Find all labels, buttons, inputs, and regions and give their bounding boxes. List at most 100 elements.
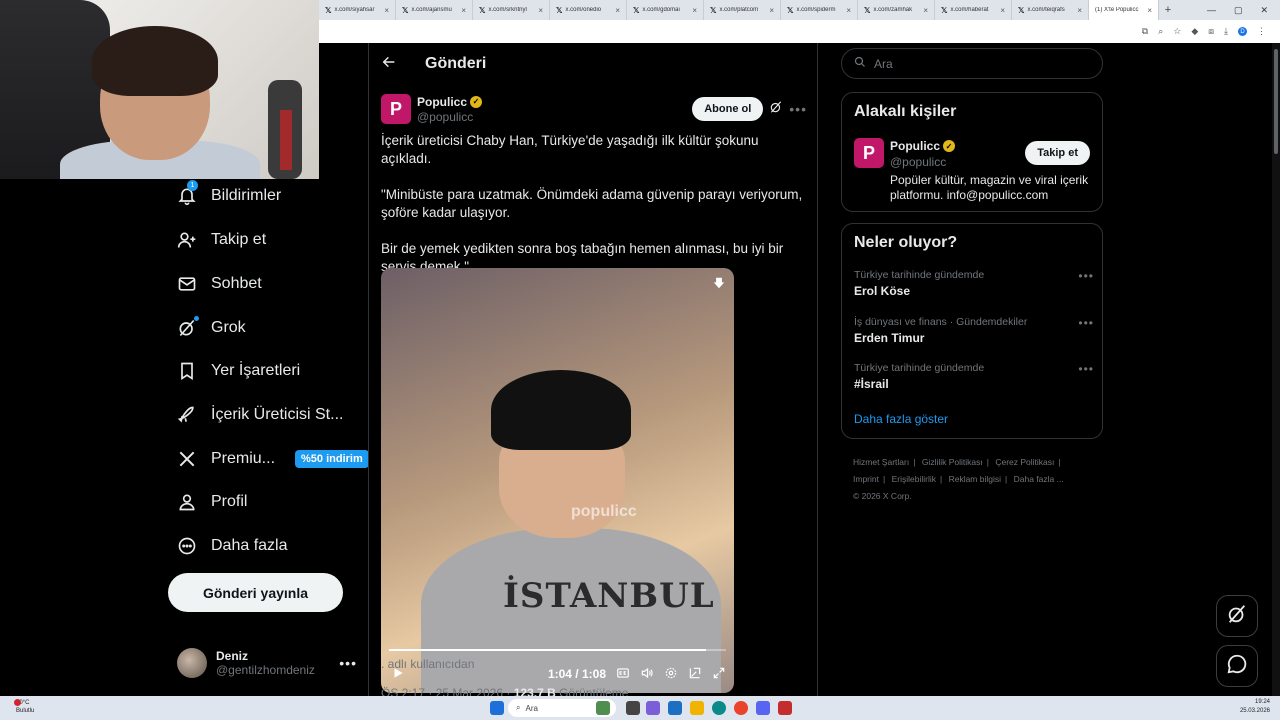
more-dots-icon[interactable]: ••• (1078, 316, 1094, 330)
footer-link[interactable]: Erişilebilirlik (892, 474, 936, 484)
grok-icon[interactable] (769, 100, 783, 119)
download-icon[interactable] (712, 276, 726, 290)
nav-notifications[interactable]: 1 Bildirimler (177, 174, 281, 218)
captions-icon[interactable] (616, 666, 630, 683)
footer-link[interactable]: Imprint (853, 474, 879, 484)
footer-link[interactable]: Daha fazla ... (1014, 474, 1064, 484)
widget-icon[interactable] (596, 701, 610, 715)
edge-browser-icon[interactable] (712, 701, 726, 715)
volume-icon[interactable] (640, 666, 654, 683)
related-handle[interactable]: @populicc (890, 155, 946, 169)
close-icon[interactable]: × (461, 6, 466, 15)
account-switcher[interactable]: Deniz @gentilzhomdeniz ••• (177, 645, 357, 681)
author-name[interactable]: Populicc ✓ (417, 95, 483, 109)
trend-item[interactable]: Türkiye tarihinde gündemde #İsrail ••• (854, 362, 1094, 391)
nav-bookmarks[interactable]: Yer İşaretleri (177, 349, 300, 393)
zoom-icon[interactable]: ⌕ (1158, 26, 1163, 37)
browser-tab[interactable]: 𝕏x.com/gdomai × (627, 0, 704, 20)
video-progress-bar[interactable] (389, 649, 726, 651)
profile-avatar[interactable]: D (1238, 27, 1247, 36)
app-icon[interactable] (778, 701, 792, 715)
subscribe-button[interactable]: Abone ol (692, 97, 764, 121)
x-logo-icon: 𝕏 (479, 5, 486, 15)
nav-chat[interactable]: Sohbet (177, 262, 262, 306)
messages-fab-button[interactable] (1216, 645, 1258, 687)
close-icon[interactable]: × (846, 6, 851, 15)
chrome-browser-icon[interactable] (734, 701, 748, 715)
app-icon[interactable] (646, 701, 660, 715)
close-window-icon[interactable]: ✕ (1260, 5, 1268, 16)
video-player[interactable]: İSTANBUL populicc 1:04 / 1:08 (381, 268, 734, 693)
back-arrow-icon[interactable] (381, 54, 397, 75)
close-icon[interactable]: × (1077, 6, 1082, 15)
extensions-puzzle-icon[interactable]: ⧈ (1208, 26, 1214, 37)
nav-label: Takip et (211, 231, 267, 248)
footer-link[interactable]: Hizmet Şartları (853, 457, 909, 467)
close-icon[interactable]: × (923, 6, 928, 15)
show-more-link[interactable]: Daha fazla göster (854, 412, 948, 426)
browser-tab[interactable]: 𝕏x.com/zamhak × (858, 0, 935, 20)
browser-tab[interactable]: 𝕏x.com/srkntnyl × (473, 0, 550, 20)
footer-link[interactable]: Çerez Politikası (995, 457, 1054, 467)
browser-tab[interactable]: 𝕏x.com/platcom × (704, 0, 781, 20)
nav-grok[interactable]: Grok (177, 306, 246, 350)
close-icon[interactable]: × (615, 6, 620, 15)
browser-tab[interactable]: 𝕏x.com/teiqrafs × (1012, 0, 1089, 20)
close-icon[interactable]: × (538, 6, 543, 15)
nav-profile[interactable]: Profil (177, 480, 247, 524)
footer-link[interactable]: Gizlilik Politikası (922, 457, 983, 467)
author-avatar[interactable]: P (381, 94, 411, 124)
new-tab-button[interactable]: + (1159, 4, 1177, 16)
weather-widget[interactable]: 10°C Bulutlu (14, 699, 34, 715)
file-explorer-icon[interactable] (690, 701, 704, 715)
browser-tab[interactable]: 𝕏x.com/siyahsar × (319, 0, 396, 20)
install-app-icon[interactable]: ⧉ (1142, 26, 1148, 37)
trend-item[interactable]: İş dünyası ve finans · Gündemdekiler Erd… (854, 316, 1094, 345)
nav-follow[interactable]: Takip et (177, 218, 266, 262)
close-icon[interactable]: × (692, 6, 697, 15)
fullscreen-icon[interactable] (712, 666, 726, 683)
copyright: © 2026 X Corp. (853, 491, 912, 501)
task-view-icon[interactable] (626, 701, 640, 715)
browser-tab[interactable]: 𝕏x.com/haberat × (935, 0, 1012, 20)
bookmark-star-icon[interactable]: ☆ (1173, 26, 1181, 37)
nav-creator-studio[interactable]: İçerik Üreticisi St... (177, 393, 343, 437)
minimize-icon[interactable]: — (1207, 5, 1216, 16)
close-icon[interactable]: × (1147, 6, 1152, 15)
scrollbar-thumb[interactable] (1274, 49, 1278, 154)
settings-gear-icon[interactable] (664, 666, 678, 683)
grok-icon (177, 316, 199, 338)
search-input[interactable]: Ara (841, 48, 1103, 79)
more-dots-icon[interactable]: ••• (789, 101, 807, 117)
browser-tab[interactable]: 𝕏x.com/onedio × (550, 0, 627, 20)
browser-tab[interactable]: 𝕏x.com/spiderm × (781, 0, 858, 20)
more-dots-icon[interactable]: ••• (339, 655, 357, 671)
post-button[interactable]: Gönderi yayınla (168, 573, 343, 612)
grok-fab-button[interactable] (1216, 595, 1258, 637)
close-icon[interactable]: × (769, 6, 774, 15)
discord-icon[interactable] (756, 701, 770, 715)
related-avatar[interactable]: P (854, 138, 884, 168)
extension-icon[interactable]: ◆ (1191, 26, 1198, 37)
author-handle[interactable]: @populicc (417, 110, 482, 124)
more-dots-icon[interactable]: ••• (1078, 269, 1094, 283)
browser-tab[interactable]: 𝕏x.com/ajansmu × (396, 0, 473, 20)
start-menu-icon[interactable] (490, 701, 504, 715)
close-icon[interactable]: × (384, 6, 389, 15)
nav-premium[interactable]: Premiu... %50 indirim (177, 437, 369, 481)
nav-more[interactable]: Daha fazla (177, 524, 288, 568)
trend-item[interactable]: Türkiye tarihinde gündemde Erol Köse ••• (854, 269, 1094, 298)
maximize-icon[interactable]: ▢ (1234, 5, 1243, 16)
footer-link[interactable]: Reklam bilgisi (949, 474, 1001, 484)
close-icon[interactable]: × (1000, 6, 1005, 15)
mail-icon[interactable] (668, 701, 682, 715)
system-clock[interactable]: 19:24 25.03.2026 (1240, 698, 1270, 716)
page-scrollbar[interactable] (1272, 43, 1280, 696)
follow-button[interactable]: Takip et (1025, 141, 1090, 165)
browser-menu-icon[interactable]: ⋮ (1257, 26, 1266, 37)
browser-tab-active[interactable]: (1) X'te Populicc × (1089, 0, 1159, 20)
downloads-icon[interactable]: ⤓ (1224, 26, 1228, 37)
related-name[interactable]: Populicc ✓ (890, 139, 956, 153)
pip-icon[interactable] (688, 666, 702, 683)
more-dots-icon[interactable]: ••• (1078, 362, 1094, 376)
